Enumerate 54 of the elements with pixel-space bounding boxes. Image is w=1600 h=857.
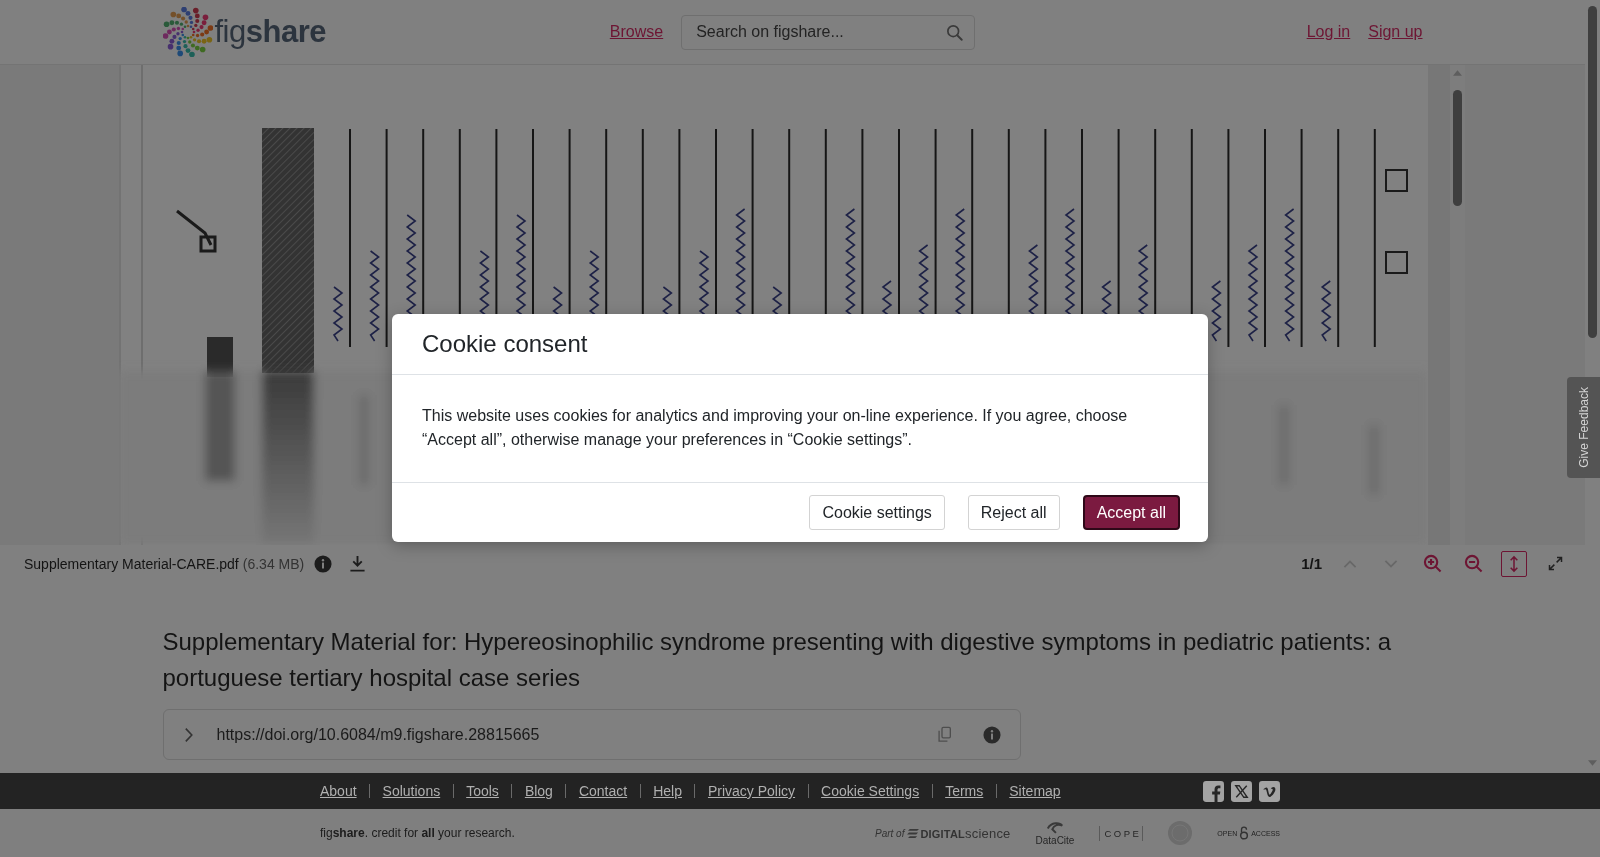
doi-link[interactable]: https://doi.org/10.6084/m9.figshare.28815665 — [216, 725, 937, 744]
footer-link[interactable]: Contact — [578, 783, 628, 799]
file-size: (6.34 MB) — [242, 555, 305, 572]
vertical-arrows-icon — [1509, 554, 1519, 573]
footer-link[interactable]: Sitemap — [1009, 783, 1061, 799]
dialog-button[interactable]: Reject all — [967, 495, 1060, 530]
footer-link[interactable]: Cookie Settings — [821, 783, 920, 799]
footer-link[interactable]: Terms — [945, 783, 984, 799]
copy-icon — [936, 726, 952, 743]
download-button[interactable] — [349, 555, 367, 572]
info-icon — [314, 554, 333, 573]
item-title: Supplementary Material for: Hypereosinophilic syndrome presenting with digestive symptoms in pediatric patients: a portuguese tertiary hospital case series — [162, 627, 1393, 693]
striped-mark-icon — [907, 827, 921, 839]
partner-logo-text: DIGITALscience — [920, 825, 1011, 841]
facebook-icon[interactable] — [1203, 780, 1224, 802]
footer-link[interactable]: About — [320, 783, 357, 799]
copy-button[interactable] — [936, 726, 952, 743]
footer-link[interactable]: Help — [653, 783, 682, 799]
dialog-title: Cookie consent — [422, 330, 588, 358]
zoom-in-icon — [1422, 554, 1442, 573]
triangle-up-icon[interactable] — [1453, 70, 1462, 76]
triangle-down-icon[interactable] — [1588, 760, 1597, 766]
logo-icon — [162, 7, 213, 57]
footer-link[interactable]: Solutions — [382, 783, 441, 799]
dialog-message: This website uses cookies for analytics and improving your on-line experience. If you agree, choose “Accept all”, otherwise manage your preferences in “Cookie settings”. — [421, 406, 1129, 450]
scrollbar-thumb[interactable] — [1588, 6, 1597, 338]
file-info-button[interactable] — [314, 554, 333, 573]
footer-link[interactable]: Tools — [466, 783, 499, 799]
expand-button[interactable] — [183, 726, 194, 743]
expand-icon — [1547, 556, 1563, 571]
partner-logo-text: COPE — [1099, 825, 1144, 841]
partner-logo-text: DataCite — [1035, 834, 1075, 846]
download-icon — [349, 555, 367, 572]
scrollbar-thumb[interactable] — [1453, 90, 1462, 206]
swoosh-icon — [1045, 820, 1064, 834]
file-name: Supplementary Material-CARE.pdf — [24, 555, 239, 572]
footer-link[interactable]: Blog — [524, 783, 553, 799]
dialog-button[interactable]: Cookie settings — [809, 495, 945, 530]
search-icon[interactable] — [946, 23, 964, 41]
x-icon[interactable] — [1231, 780, 1252, 802]
chevron-right-icon — [183, 726, 194, 743]
footer-tagline: figshare. credit for all your research. — [320, 826, 515, 840]
dialog-button[interactable]: Accept all — [1082, 495, 1180, 530]
footer-link[interactable]: Privacy Policy — [707, 783, 796, 799]
fit-height-button[interactable] — [1501, 550, 1527, 577]
padlock-icon — [1239, 826, 1250, 840]
partner-caption: Part of — [874, 827, 905, 839]
search-field[interactable]: Search on figshare... — [681, 14, 976, 50]
page-indicator: 1/1 — [1301, 555, 1322, 572]
zoom-out-icon — [1463, 554, 1483, 573]
info-icon — [982, 725, 1001, 744]
feedback-tab[interactable]: Give Feedback — [1567, 377, 1600, 478]
vimeo-icon[interactable] — [1259, 780, 1280, 802]
doi-info-button[interactable] — [982, 725, 1001, 744]
